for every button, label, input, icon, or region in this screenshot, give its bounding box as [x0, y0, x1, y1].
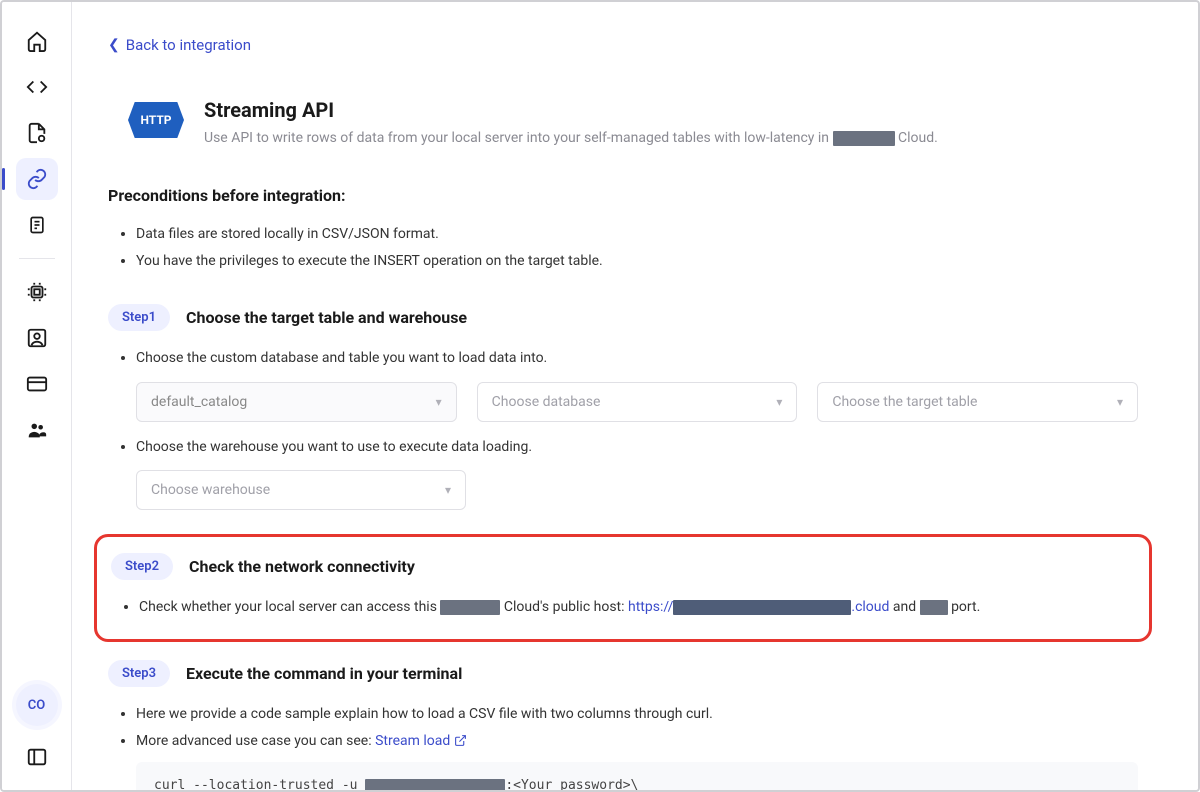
nav-home[interactable]	[16, 20, 58, 62]
catalog-value: default_catalog	[151, 394, 247, 410]
redacted-text	[673, 600, 851, 615]
step3-title: Execute the command in your terminal	[186, 664, 462, 683]
nav-files[interactable]	[16, 112, 58, 154]
nav-integrations[interactable]	[16, 158, 58, 200]
redacted-text	[833, 131, 895, 146]
step3-line1: Here we provide a code sample explain ho…	[136, 701, 1138, 728]
database-select[interactable]: Choose database ▾	[477, 382, 798, 422]
step2-line: Check whether your local server can acce…	[139, 594, 1135, 621]
step1-chip: Step1	[108, 304, 170, 331]
nav-docs[interactable]	[16, 204, 58, 246]
step1-title: Choose the target table and warehouse	[186, 308, 467, 327]
sidebar: CO	[2, 2, 72, 790]
chevron-down-icon: ▾	[1117, 395, 1123, 409]
page-title: Streaming API	[204, 98, 938, 122]
chevron-down-icon: ▾	[445, 483, 451, 497]
external-link-icon	[454, 734, 467, 747]
step1-line2: Choose the warehouse you want to use to …	[136, 434, 1138, 461]
back-link-label: Back to integration	[126, 36, 251, 54]
redacted-text	[365, 779, 505, 790]
nav-users[interactable]	[16, 317, 58, 359]
catalog-select[interactable]: default_catalog ▾	[136, 382, 457, 422]
warehouse-placeholder: Choose warehouse	[151, 482, 270, 498]
code-icon	[26, 76, 48, 98]
database-placeholder: Choose database	[492, 394, 601, 410]
step1-line1: Choose the custom database and table you…	[136, 345, 1138, 372]
step2-title: Check the network connectivity	[189, 557, 415, 576]
file-badge-icon	[26, 122, 48, 144]
avatar[interactable]: CO	[16, 684, 58, 726]
step3-line2: More advanced use case you can see: Stre…	[136, 728, 1138, 755]
credit-card-icon	[26, 373, 48, 395]
host-link[interactable]: https://.cloud	[628, 599, 889, 615]
nav-compute[interactable]	[16, 271, 58, 313]
precondition-item: You have the privileges to execute the I…	[136, 248, 1138, 275]
nav-code[interactable]	[16, 66, 58, 108]
home-icon	[26, 30, 48, 52]
table-select[interactable]: Choose the target table ▾	[817, 382, 1138, 422]
nav-team[interactable]	[16, 409, 58, 451]
back-link[interactable]: ❮ Back to integration	[108, 36, 251, 54]
step2-highlight-box: Step2 Check the network connectivity Che…	[94, 534, 1152, 642]
redacted-text	[440, 600, 500, 615]
step2-chip: Step2	[111, 553, 173, 580]
code-sample: curl --location-trusted -u :<Your passwo…	[136, 762, 1138, 790]
precondition-item: Data files are stored locally in CSV/JSO…	[136, 221, 1138, 248]
preconditions-title: Preconditions before integration:	[108, 186, 1138, 205]
document-icon	[27, 214, 47, 236]
user-square-icon	[26, 327, 48, 349]
nav-collapse[interactable]	[16, 736, 58, 778]
warehouse-select[interactable]: Choose warehouse ▾	[136, 470, 466, 510]
redacted-text	[920, 600, 948, 615]
link-icon	[26, 168, 48, 190]
chevron-down-icon: ▾	[776, 395, 782, 409]
cpu-icon	[26, 281, 48, 303]
page-subtitle: Use API to write rows of data from your …	[204, 130, 938, 146]
chevron-down-icon: ▾	[436, 395, 442, 409]
panel-icon	[26, 746, 48, 768]
main-content: ❮ Back to integration HTTP Streaming API…	[72, 2, 1198, 790]
stream-load-link[interactable]: Stream load	[375, 733, 467, 749]
preconditions-list: Data files are stored locally in CSV/JSO…	[108, 221, 1138, 274]
http-badge: HTTP	[128, 102, 184, 138]
avatar-initials: CO	[28, 698, 45, 713]
nav-billing[interactable]	[16, 363, 58, 405]
chevron-left-icon: ❮	[108, 37, 120, 53]
step3-chip: Step3	[108, 660, 170, 687]
users-icon	[26, 419, 48, 441]
nav-divider	[19, 258, 55, 259]
table-placeholder: Choose the target table	[832, 394, 977, 410]
